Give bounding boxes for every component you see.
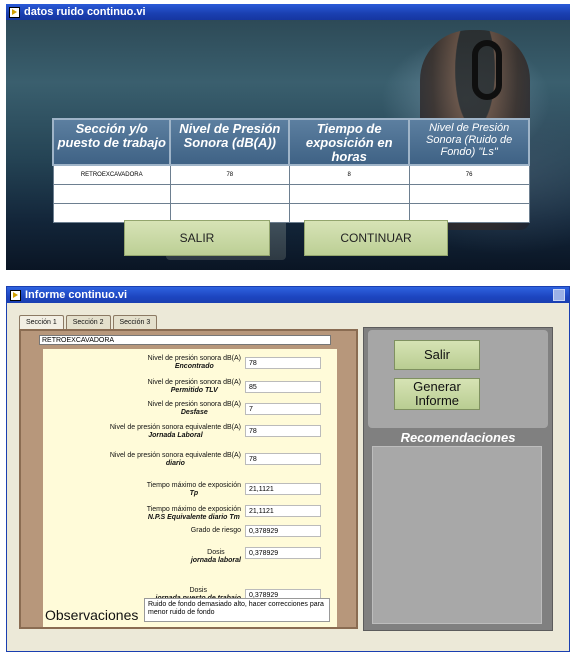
- observaciones-field[interactable]: Ruido de fondo demasiado alto, hacer cor…: [144, 598, 330, 622]
- value-field-tm[interactable]: 21,1121: [245, 505, 321, 517]
- value-field-tp[interactable]: 21,1121: [245, 483, 321, 495]
- table-cell[interactable]: [408, 184, 530, 204]
- table-cell[interactable]: [288, 184, 410, 204]
- field-label-permitido: Nivel de presión sonora dB(A) Permitido T…: [147, 379, 241, 394]
- salir-button[interactable]: SALIR: [124, 220, 270, 256]
- value-field-diario[interactable]: 78: [245, 453, 321, 465]
- field-label-grado-riesgo: Grado de riesgo: [190, 527, 241, 534]
- tab-seccion-1[interactable]: Sección 1: [19, 315, 64, 330]
- table-row: [52, 184, 530, 204]
- field-label-jornada-laboral: Nivel de presión sonora equivalente dB(A…: [109, 424, 241, 439]
- window-title: datos ruido continuo.vi: [24, 6, 146, 18]
- tab-seccion-3[interactable]: Sección 3: [112, 315, 158, 330]
- close-icon[interactable]: [553, 289, 565, 301]
- table-cell[interactable]: 8: [288, 164, 410, 185]
- background-photo: Sección y/o puesto de trabajo Nivel de P…: [6, 20, 570, 270]
- data-table: Sección y/o puesto de trabajo Nivel de P…: [51, 118, 530, 223]
- value-field-encontrado[interactable]: 78: [245, 357, 321, 369]
- labview-vi-icon: [10, 289, 21, 301]
- column-header-seccion: Sección y/o puesto de trabajo: [51, 118, 172, 166]
- informe-continuo-window: Informe continuo.vi Sección 1 Sección 2 …: [6, 286, 570, 652]
- continuar-button[interactable]: CONTINUAR: [304, 220, 448, 256]
- table-cell[interactable]: RETROEXCAVADORA: [52, 164, 171, 185]
- recomendaciones-box[interactable]: [372, 446, 542, 624]
- column-header-ruido-fondo: Nivel de Presión Sonora (Ruido de Fondo)…: [408, 118, 530, 166]
- value-field-desfase[interactable]: 7: [245, 403, 321, 415]
- value-field-dosis-jornada[interactable]: 0,378929: [245, 547, 321, 559]
- report-fields-area: Nivel de presión sonora dB(A) Encontrado …: [43, 349, 337, 627]
- window-titlebar[interactable]: Informe continuo.vi: [7, 287, 569, 303]
- report-panel: RETROEXCAVADORA Nivel de presión sonora …: [19, 329, 358, 629]
- labview-vi-icon: [9, 6, 20, 18]
- column-header-nivel-presion: Nivel de Presión Sonora (dB(A)): [169, 118, 291, 166]
- tab-bar: Sección 1 Sección 2 Sección 3: [19, 315, 159, 330]
- field-label-dosis-jornada: Dosis jornada laboral: [190, 549, 241, 564]
- table-cell[interactable]: 76: [408, 164, 530, 185]
- window-title: Informe continuo.vi: [25, 289, 128, 301]
- actions-panel: Salir Generar Informe Recomendaciones: [363, 327, 553, 631]
- field-label-encontrado: Nivel de presión sonora dB(A) Encontrado: [147, 355, 241, 370]
- datos-ruido-window: datos ruido continuo.vi Sección y/o pues…: [6, 4, 570, 270]
- tab-seccion-2[interactable]: Sección 2: [65, 315, 111, 330]
- section-name-field[interactable]: RETROEXCAVADORA: [39, 335, 331, 345]
- field-label-tp: Tiempo máximo de exposición Tp: [146, 482, 241, 497]
- value-field-permitido[interactable]: 85: [245, 381, 321, 393]
- table-cell[interactable]: 78: [169, 164, 290, 185]
- table-row: RETROEXCAVADORA 78 8 76: [52, 164, 530, 185]
- field-label-tm: Tiempo máximo de exposición N.P.S Equival…: [146, 506, 241, 521]
- value-field-jornada-laboral[interactable]: 78: [245, 425, 321, 437]
- field-label-desfase: Nivel de presión sonora dB(A) Desfase: [147, 401, 241, 416]
- salir-button[interactable]: Salir: [394, 340, 480, 370]
- field-label-diario: Nivel de presión sonora equivalente dB(A…: [109, 452, 241, 467]
- generar-informe-button[interactable]: Generar Informe: [394, 378, 480, 410]
- buttons-area: Salir Generar Informe: [368, 330, 548, 428]
- table-cell[interactable]: [169, 184, 290, 204]
- column-header-tiempo: Tiempo de exposición en horas: [288, 118, 411, 166]
- value-field-grado-riesgo[interactable]: 0,378929: [245, 525, 321, 537]
- table-cell[interactable]: [52, 184, 171, 204]
- recomendaciones-title: Recomendaciones: [400, 430, 516, 445]
- headphones-icon: [472, 40, 502, 100]
- observaciones-label: Observaciones: [45, 607, 139, 623]
- window-titlebar[interactable]: datos ruido continuo.vi: [6, 4, 570, 20]
